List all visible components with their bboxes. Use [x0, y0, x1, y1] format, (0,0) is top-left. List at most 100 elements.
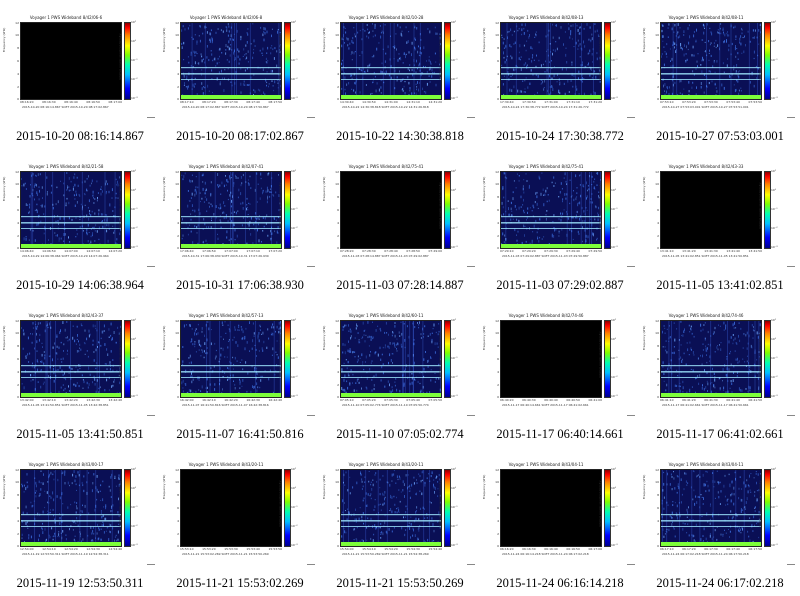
noise-speckle [234, 356, 236, 360]
noise-speckle [377, 353, 379, 357]
spectrogram-thumbnail[interactable]: Voyager 1 PWS Wideband 8/42/43-33 Frequen… [640, 149, 800, 298]
timestamp-caption: 2015-11-10 07:05:02.774 [336, 427, 464, 441]
colorbar-label: relative power spectral density [758, 480, 762, 528]
noise-speckle [46, 176, 48, 179]
spectrogram-thumbnail[interactable]: Voyager 1 PWS Wideband 8/42/06-8 Frequenc… [160, 0, 320, 149]
noise-speckle [680, 46, 682, 49]
noise-speckle [715, 39, 717, 42]
noise-speckle [662, 361, 664, 364]
y-tick-label: 6 [337, 208, 339, 212]
noise-speckle [416, 479, 417, 481]
noise-speckle [188, 362, 190, 364]
noise-speckle [366, 539, 368, 541]
noise-speckle [731, 382, 733, 385]
y-tick-label: 4 [497, 72, 499, 76]
spectrogram-thumbnail[interactable]: Voyager 1 PWS Wideband 8/43/04-11 Frequen… [640, 447, 800, 596]
noise-speckle [576, 196, 578, 198]
spectrogram-thumbnail[interactable]: Voyager 1 PWS Wideband 8/43/20-11 Frequen… [160, 447, 320, 596]
spectrogram-thumbnail[interactable]: Voyager 1 PWS Wideband 8/42/21-58 Frequen… [0, 149, 160, 298]
vertical-streak [506, 23, 508, 95]
noise-speckle [410, 523, 412, 526]
noise-speckle [44, 527, 46, 531]
y-tick-label: 4 [337, 519, 339, 523]
spectrogram-thumbnail[interactable]: Voyager 1 PWS Wideband 8/42/74-46 Frequen… [480, 298, 640, 447]
noise-speckle [62, 503, 64, 505]
y-axis-label: Frequency (kHz) [642, 176, 646, 201]
noise-speckle [206, 31, 208, 34]
noise-speckle [738, 334, 739, 338]
spectrogram-thumbnail[interactable]: Voyager 1 PWS Wideband 8/42/60-11 Frequen… [320, 298, 480, 447]
noise-speckle [709, 355, 711, 359]
spectrogram-thumbnail[interactable]: Voyager 1 PWS Wideband 8/42/74-46 Frequen… [640, 298, 800, 447]
noise-speckle [62, 530, 64, 533]
noise-speckle [238, 50, 240, 53]
noise-speckle [88, 217, 90, 221]
noise-speckle [420, 480, 422, 483]
noise-speckle [272, 194, 274, 196]
noise-speckle [740, 510, 742, 513]
noise-speckle [552, 52, 553, 56]
noise-speckle [240, 202, 242, 205]
noise-speckle [219, 203, 221, 206]
spectrogram-thumbnail[interactable]: Voyager 1 PWS Wideband 8/42/75-41 Frequen… [480, 149, 640, 298]
spectrogram-thumbnail[interactable]: Voyager 1 PWS Wideband 8/42/43-37 Frequen… [0, 298, 160, 447]
emission-band [21, 526, 121, 527]
noise-speckle [671, 523, 673, 526]
blank-plot-area [180, 469, 282, 547]
noise-speckle [261, 347, 263, 350]
noise-speckle [57, 535, 59, 538]
noise-speckle [110, 496, 112, 498]
spectrogram-thumbnail[interactable]: Voyager 1 PWS Wideband 8/42/08-13 Frequen… [480, 0, 640, 149]
noise-speckle [96, 488, 98, 492]
noise-speckle [35, 175, 37, 177]
time-range-label: 2015-11-10 07:05:02.774 SCET 2015-11-10 … [342, 403, 429, 407]
noise-speckle [21, 533, 23, 536]
noise-speckle [394, 511, 396, 514]
noise-speckle [583, 40, 584, 44]
spectrogram-thumbnail[interactable]: Voyager 1 PWS Wideband 8/43/04-11 Frequen… [480, 447, 640, 596]
spectrogram-thumbnail[interactable]: Voyager 1 PWS Wideband 8/42/08-11 Frequen… [640, 0, 800, 149]
y-tick-label: 10 [655, 331, 659, 335]
noise-speckle [523, 211, 525, 214]
noise-speckle [370, 362, 372, 364]
noise-speckle [56, 495, 58, 498]
noise-speckle [688, 506, 689, 509]
noise-speckle [182, 379, 184, 383]
noise-speckle [570, 24, 572, 27]
y-tick-label: 10 [495, 182, 499, 186]
noise-speckle [568, 27, 570, 31]
noise-speckle [684, 44, 685, 47]
noise-speckle [370, 537, 372, 540]
spectrogram-thumbnail[interactable]: Voyager 1 PWS Wideband 8/42/75-41 Frequen… [320, 149, 480, 298]
vertical-streak [727, 321, 728, 393]
noise-speckle [266, 200, 268, 204]
noise-speckle [269, 195, 271, 198]
spectrogram-thumbnail[interactable]: Voyager 1 PWS Wideband 8/42/06-6 Frequenc… [0, 0, 160, 149]
noise-speckle [228, 367, 230, 370]
noise-speckle [391, 473, 393, 477]
noise-speckle [264, 93, 266, 95]
noise-speckle [739, 528, 741, 532]
noise-speckle [698, 382, 700, 385]
noise-speckle [706, 349, 708, 353]
vertical-streak [249, 23, 251, 95]
noise-speckle [73, 194, 75, 197]
colorbar-tick-label: 10⁻¹ [451, 505, 458, 509]
noise-speckle [391, 353, 393, 355]
spectrogram-thumbnail[interactable]: Voyager 1 PWS Wideband 8/43/00-17 Frequen… [0, 447, 160, 596]
spectrogram-thumbnail[interactable]: Voyager 1 PWS Wideband 8/42/57-13 Frequen… [160, 298, 320, 447]
noise-speckle [242, 207, 244, 210]
noise-speckle [344, 502, 345, 504]
spectrogram-thumbnail[interactable]: Voyager 1 PWS Wideband 8/42/10-28 Frequen… [320, 0, 480, 149]
spectrogram-thumbnail[interactable]: Voyager 1 PWS Wideband 8/43/20-11 Frequen… [320, 447, 480, 596]
noise-speckle [368, 36, 370, 39]
noise-speckle [228, 40, 230, 44]
noise-speckle [519, 44, 521, 48]
noise-speckle [52, 491, 54, 495]
noise-speckle [67, 185, 68, 188]
spectrogram-thumbnail[interactable]: Voyager 1 PWS Wideband 8/42/07-41 Frequen… [160, 149, 320, 298]
noise-speckle [341, 87, 343, 90]
noise-speckle [225, 26, 227, 28]
noise-speckle [109, 368, 111, 371]
noise-speckle [700, 494, 702, 496]
